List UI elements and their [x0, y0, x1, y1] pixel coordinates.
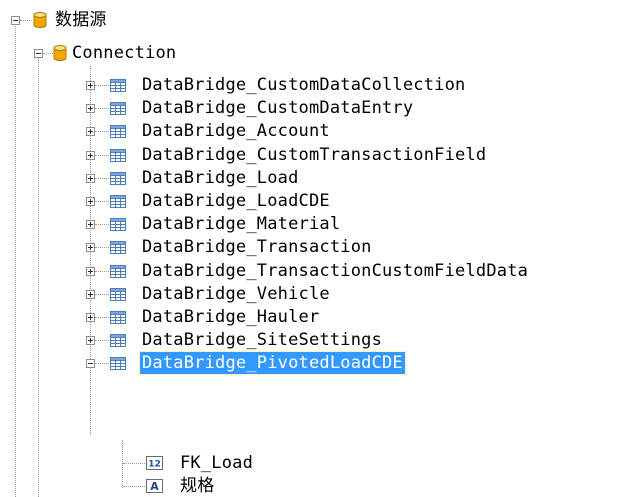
table-icon	[110, 265, 126, 278]
tree-branch	[95, 178, 109, 179]
tree-node-field[interactable]: A 规格	[0, 475, 300, 497]
tree-branch	[123, 463, 145, 464]
tree-node-table[interactable]: DataBridge_Material	[0, 213, 620, 235]
tree-branch	[95, 224, 109, 225]
table-icon	[110, 195, 126, 208]
tree-branch	[95, 85, 109, 86]
table-icon	[110, 172, 126, 185]
tree-branch	[95, 247, 109, 248]
tree-node-table[interactable]: DataBridge_Hauler	[0, 306, 620, 328]
table-icon	[110, 288, 126, 301]
expand-icon[interactable]	[86, 197, 95, 206]
tree-node-label: DataBridge_Transaction	[142, 237, 372, 257]
tree-node-table[interactable]: DataBridge_CustomDataCollection	[0, 74, 620, 96]
table-icon	[110, 102, 126, 115]
svg-text:A: A	[150, 480, 159, 493]
tree-node-label: DataBridge_SiteSettings	[142, 330, 383, 350]
tree-node-table[interactable]: DataBridge_CustomTransactionField	[0, 144, 620, 166]
tree-node-label: DataBridge_Account	[142, 121, 330, 141]
expand-icon[interactable]	[86, 243, 95, 252]
expand-icon[interactable]	[86, 127, 95, 136]
table-icon	[110, 149, 126, 162]
tree-branch	[95, 363, 109, 364]
tree-node-table[interactable]: DataBridge_TransactionCustomFieldData	[0, 260, 620, 282]
expand-icon[interactable]	[86, 220, 95, 229]
tree-node-table[interactable]: DataBridge_Account	[0, 120, 620, 142]
table-icon	[110, 79, 126, 92]
tree-node-table[interactable]: DataBridge_Transaction	[0, 236, 620, 258]
tree-branch	[20, 20, 32, 21]
tree-branch	[95, 294, 109, 295]
tree-node-label: DataBridge_Material	[142, 214, 341, 234]
tree-node-table[interactable]: DataBridge_CustomDataEntry	[0, 97, 620, 119]
table-icon	[110, 311, 126, 324]
tree-node-label: DataBridge_Load	[142, 168, 299, 188]
table-icon	[110, 218, 126, 231]
table-icon	[110, 334, 126, 347]
tree-branch	[95, 317, 109, 318]
tree-node-table[interactable]: DataBridge_SiteSettings	[0, 329, 620, 351]
tree-node-label: 规格	[180, 476, 215, 496]
tree-node-label-selected: DataBridge_PivotedLoadCDE	[139, 351, 406, 375]
tree-node-label: DataBridge_CustomDataEntry	[142, 98, 414, 118]
collapse-icon[interactable]	[86, 359, 95, 368]
tree-node-label: Connection	[72, 43, 177, 63]
text-field-icon: A	[146, 479, 163, 493]
tree-node-label: DataBridge_CustomDataCollection	[142, 75, 466, 95]
tree-node-label: DataBridge_Hauler	[142, 307, 320, 327]
tree-node-label: DataBridge_TransactionCustomFieldData	[142, 261, 529, 281]
expand-icon[interactable]	[86, 151, 95, 160]
expand-icon[interactable]	[86, 104, 95, 113]
table-icon	[110, 357, 126, 370]
tree-node-table[interactable]: DataBridge_Load	[0, 167, 620, 189]
tree-node-label: DataBridge_Vehicle	[142, 284, 330, 304]
database-icon	[33, 12, 47, 28]
data-source-tree[interactable]: 数据源 Connection DataBridge_CustomDataColl…	[0, 0, 620, 497]
tree-node-table[interactable]: DataBridge_PivotedLoadCDE	[0, 351, 620, 375]
tree-branch	[95, 131, 109, 132]
tree-branch	[95, 340, 109, 341]
expand-icon[interactable]	[86, 267, 95, 276]
tree-node-label: FK_Load	[180, 453, 254, 473]
expand-icon[interactable]	[86, 174, 95, 183]
tree-node-label: 数据源	[55, 10, 107, 30]
tree-node-table[interactable]: DataBridge_Vehicle	[0, 283, 620, 305]
numeric-field-icon: 12	[146, 456, 163, 470]
tree-branch	[123, 486, 145, 487]
tree-node-field[interactable]: 12 FK_Load	[0, 452, 300, 474]
table-icon	[110, 241, 126, 254]
tree-branch	[95, 271, 109, 272]
tree-branch	[95, 108, 109, 109]
collapse-icon[interactable]	[34, 49, 43, 58]
tree-node-table[interactable]: DataBridge_LoadCDE	[0, 190, 620, 212]
tree-node-label: DataBridge_CustomTransactionField	[142, 145, 487, 165]
tree-branch	[95, 155, 109, 156]
expand-icon[interactable]	[86, 81, 95, 90]
tree-node-label: DataBridge_LoadCDE	[142, 191, 330, 211]
expand-icon[interactable]	[86, 290, 95, 299]
table-icon	[110, 125, 126, 138]
expand-icon[interactable]	[86, 313, 95, 322]
database-icon	[53, 45, 67, 61]
tree-branch	[95, 201, 109, 202]
tree-node-root[interactable]: 数据源	[0, 9, 200, 31]
expand-icon[interactable]	[86, 336, 95, 345]
tree-branch	[43, 53, 53, 54]
collapse-icon[interactable]	[11, 16, 20, 25]
svg-text:12: 12	[148, 460, 161, 470]
tree-node-connection[interactable]: Connection	[0, 42, 300, 64]
